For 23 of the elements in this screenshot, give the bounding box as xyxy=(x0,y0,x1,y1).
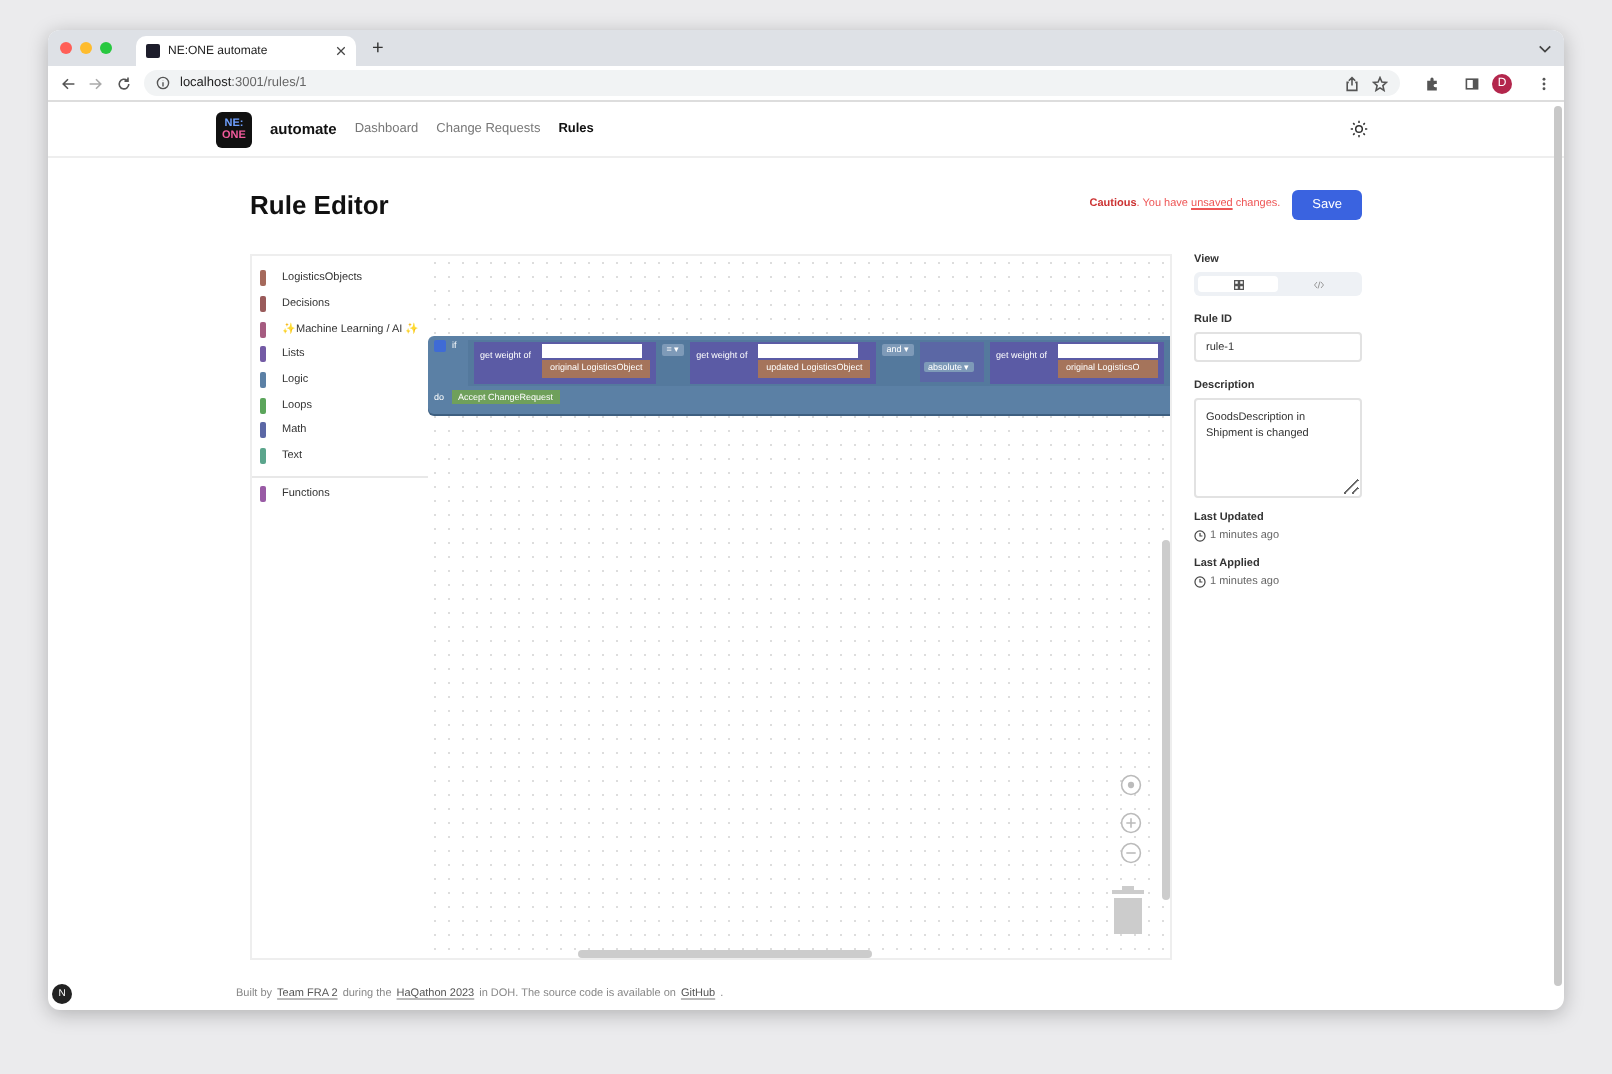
back-arrow-icon[interactable] xyxy=(60,75,76,91)
reload-icon[interactable] xyxy=(116,75,132,91)
page-title: Rule Editor xyxy=(250,189,389,219)
clock-icon xyxy=(1194,530,1206,542)
share-icon[interactable] xyxy=(1344,75,1360,91)
view-option[interactable] xyxy=(1198,276,1278,292)
new-tab-button[interactable]: + xyxy=(368,34,388,66)
close-icon[interactable] xyxy=(336,46,346,56)
info-icon xyxy=(156,76,170,90)
chevron-down-icon[interactable] xyxy=(1538,41,1552,55)
favicon-icon xyxy=(146,44,160,58)
block-workspace[interactable] xyxy=(250,254,1172,960)
sun-icon[interactable] xyxy=(1350,120,1368,138)
grid-icon xyxy=(1233,279,1243,289)
scrollbar[interactable] xyxy=(578,950,872,958)
puzzle-icon[interactable] xyxy=(1424,75,1440,91)
scrollbar[interactable] xyxy=(1554,106,1562,986)
view-toggle[interactable] xyxy=(1194,272,1362,296)
star-icon[interactable] xyxy=(1372,75,1388,91)
code-icon xyxy=(1313,279,1323,289)
sidebar-icon[interactable] xyxy=(1464,75,1480,91)
clock-icon xyxy=(1194,576,1206,588)
scrollbar[interactable] xyxy=(1162,540,1170,900)
